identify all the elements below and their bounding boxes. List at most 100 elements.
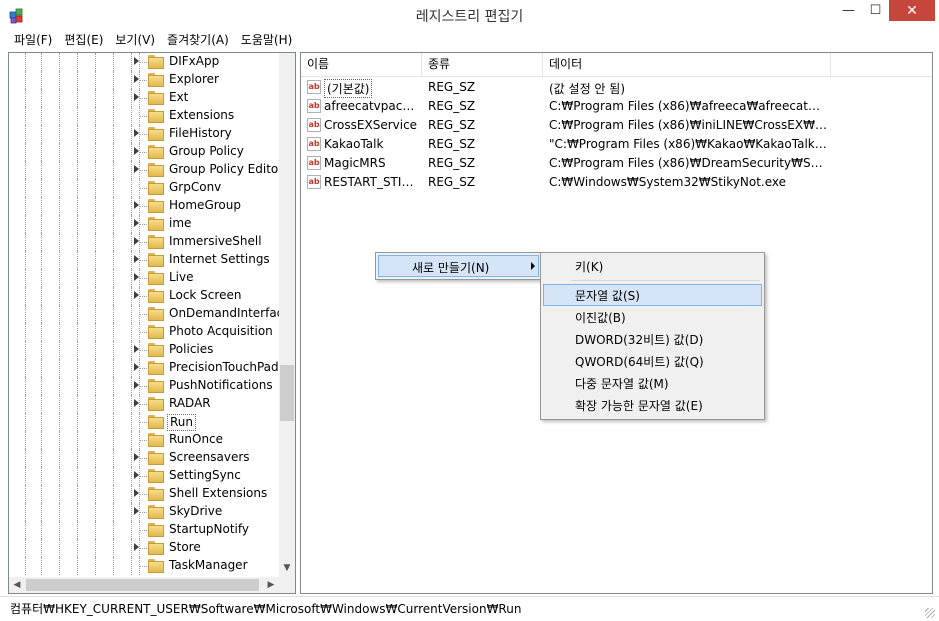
tree-item[interactable]: Extensions <box>9 107 279 125</box>
submenu-item-label: 문자열 값(S) <box>575 289 640 303</box>
resize-grip-icon[interactable] <box>925 608 935 618</box>
expand-arrow-icon[interactable] <box>134 75 139 83</box>
context-menu-new[interactable]: 새로 만들기(N) <box>378 255 539 277</box>
expand-arrow-icon[interactable] <box>134 219 139 227</box>
tree-item[interactable]: Policies <box>9 341 279 359</box>
menu-edit[interactable]: 편집(E) <box>58 30 109 51</box>
folder-icon <box>148 559 164 573</box>
tree-item-label: TaskManager <box>169 558 248 572</box>
tree-item[interactable]: Ext <box>9 89 279 107</box>
tree-item[interactable]: StartupNotify <box>9 521 279 539</box>
value-type: REG_SZ <box>428 137 476 151</box>
expand-arrow-icon[interactable] <box>134 237 139 245</box>
value-name: CrossEXService <box>324 118 418 132</box>
expand-arrow-icon[interactable] <box>134 471 139 479</box>
submenu-item-label: 키(K) <box>575 260 604 274</box>
minimize-button[interactable]: — <box>835 0 862 21</box>
expand-arrow-icon[interactable] <box>134 291 139 299</box>
tree-item[interactable]: Group Policy <box>9 143 279 161</box>
menu-view[interactable]: 보기(V) <box>109 30 161 51</box>
submenu-item-qword-value[interactable]: QWORD(64비트) 값(Q) <box>543 350 762 372</box>
folder-icon <box>148 199 164 213</box>
folder-icon <box>148 271 164 285</box>
expand-arrow-icon[interactable] <box>134 165 139 173</box>
expand-arrow-icon[interactable] <box>134 129 139 137</box>
column-header-name[interactable]: 이름 <box>301 53 422 77</box>
submenu-item-binary-value[interactable]: 이진값(B) <box>543 306 762 328</box>
expand-arrow-icon[interactable] <box>134 345 139 353</box>
menu-file[interactable]: 파일(F) <box>8 30 58 51</box>
tree-horizontal-scrollbar[interactable]: ◀ ▶ <box>9 577 279 593</box>
submenu-item-dword-value[interactable]: DWORD(32비트) 값(D) <box>543 328 762 350</box>
folder-icon <box>148 415 164 429</box>
list-row[interactable]: ab KakaoTalk REG_SZ "C:₩Program Files (x86)… <box>301 135 932 154</box>
close-button[interactable]: ✕ <box>889 0 935 21</box>
tree-item[interactable]: Live <box>9 269 279 287</box>
tree-item[interactable]: Explorer <box>9 71 279 89</box>
list-row[interactable]: abafreecatvpackage REG_SZ C:₩Program Files… <box>301 97 932 116</box>
tree-horizontal-scroll-thumb[interactable] <box>26 579 259 591</box>
submenu-item-expandable-string-value[interactable]: 확장 가능한 문자열 값(E) <box>543 394 762 416</box>
tree-item[interactable]: Group Policy Editor <box>9 161 279 179</box>
folder-icon <box>148 541 164 555</box>
folder-icon <box>148 289 164 303</box>
folder-icon <box>148 523 164 537</box>
expand-arrow-icon[interactable] <box>134 453 139 461</box>
expand-arrow-icon[interactable] <box>134 147 139 155</box>
registry-tree[interactable]: DIFxApp Explorer Ext Extensions FileHistory G… <box>8 52 296 594</box>
menu-favorites[interactable]: 즐겨찾기(A) <box>161 30 235 51</box>
tree-item[interactable]: Store <box>9 539 279 557</box>
tree-item[interactable]: ImmersiveShell <box>9 233 279 251</box>
list-row[interactable]: ab (기본값) REG_SZ (값 설정 안 됨) <box>301 78 932 98</box>
expand-arrow-icon[interactable] <box>134 93 139 101</box>
tree-item[interactable]: RADAR <box>9 395 279 413</box>
menu-help[interactable]: 도움말(H) <box>235 30 299 51</box>
tree-vertical-scroll-thumb[interactable] <box>280 365 294 421</box>
tree-item[interactable]: Photo Acquisition <box>9 323 279 341</box>
tree-item[interactable]: Lock Screen <box>9 287 279 305</box>
tree-item[interactable]: Shell Extensions <box>9 485 279 503</box>
submenu-item-string-value[interactable]: 문자열 값(S) <box>543 284 762 306</box>
tree-item[interactable]: FileHistory <box>9 125 279 143</box>
tree-item[interactable]: PushNotifications <box>9 377 279 395</box>
expand-arrow-icon[interactable] <box>134 507 139 515</box>
tree-item[interactable]: ime <box>9 215 279 233</box>
submenu-item-label: 다중 문자열 값(M) <box>575 377 669 391</box>
tree-item[interactable]: GrpConv <box>9 179 279 197</box>
maximize-button[interactable]: ☐ <box>862 0 889 21</box>
tree-item[interactable]: SkyDrive <box>9 503 279 521</box>
expand-arrow-icon[interactable] <box>134 363 139 371</box>
tree-item[interactable]: TaskManager <box>9 557 279 575</box>
expand-arrow-icon[interactable] <box>134 201 139 209</box>
tree-item[interactable]: DIFxApp <box>9 53 279 71</box>
tree-item[interactable]: Internet Settings <box>9 251 279 269</box>
expand-arrow-icon[interactable] <box>134 381 139 389</box>
expand-arrow-icon[interactable] <box>134 57 139 65</box>
tree-item[interactable]: HomeGroup <box>9 197 279 215</box>
submenu-item-key[interactable]: 키(K) <box>543 255 762 277</box>
scroll-down-arrow-icon[interactable]: ▼ <box>279 559 295 577</box>
tree-item[interactable]: OnDemandInterfaceCache <box>9 305 279 323</box>
tree-item[interactable]: Run <box>9 413 279 431</box>
list-row[interactable]: ab RESTART_STICK... REG_SZ C:₩Windows₩Syste… <box>301 173 932 192</box>
folder-icon <box>148 73 164 87</box>
tree-item[interactable]: PrecisionTouchPad <box>9 359 279 377</box>
list-row[interactable]: ab MagicMRS REG_SZ C:₩Program Files (x86)₩D… <box>301 154 932 173</box>
column-header-type[interactable]: 종류 <box>422 53 543 77</box>
scroll-right-arrow-icon[interactable]: ▶ <box>263 577 279 593</box>
tree-item[interactable]: SettingSync <box>9 467 279 485</box>
list-header: 이름 종류 데이터 <box>301 53 932 77</box>
expand-arrow-icon[interactable] <box>134 399 139 407</box>
scroll-left-arrow-icon[interactable]: ◀ <box>9 577 25 593</box>
expand-arrow-icon[interactable] <box>134 255 139 263</box>
column-header-data[interactable]: 데이터 <box>543 53 831 77</box>
list-row[interactable]: ab CrossEXService REG_SZ C:₩Program Files (… <box>301 116 932 135</box>
tree-vertical-scrollbar[interactable]: ▼ <box>279 53 295 577</box>
expand-arrow-icon[interactable] <box>134 273 139 281</box>
tree-item[interactable]: RunOnce <box>9 431 279 449</box>
tree-item[interactable]: Screensavers <box>9 449 279 467</box>
expand-arrow-icon[interactable] <box>134 489 139 497</box>
folder-icon <box>148 487 164 501</box>
submenu-item-multi-string-value[interactable]: 다중 문자열 값(M) <box>543 372 762 394</box>
expand-arrow-icon[interactable] <box>134 543 139 551</box>
